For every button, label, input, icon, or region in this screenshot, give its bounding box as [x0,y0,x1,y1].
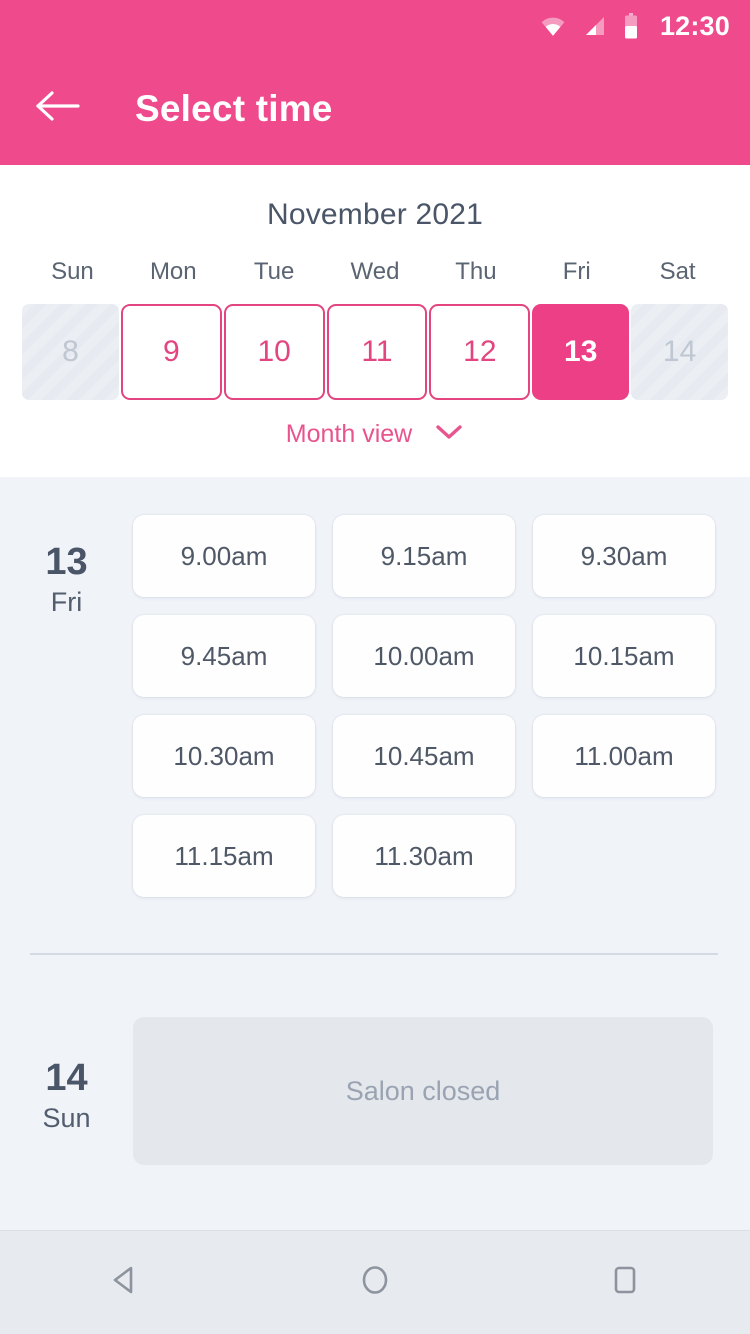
nav-back-button[interactable] [80,1243,170,1323]
back-triangle-icon [105,1260,145,1305]
time-slot[interactable]: 9.15am [333,515,515,597]
time-slot[interactable]: 9.30am [533,515,715,597]
recents-square-icon [605,1260,645,1305]
time-slot[interactable]: 9.45am [133,615,315,697]
calendar-day-9[interactable]: 9 [120,304,222,400]
time-slot[interactable]: 11.30am [333,815,515,897]
back-button[interactable] [27,79,87,139]
home-circle-icon [355,1260,395,1305]
day-group-date-13: 13 Fri [0,515,133,897]
app-bar: Select time [0,52,750,165]
time-slot[interactable]: 10.15am [533,615,715,697]
time-slot[interactable]: 11.15am [133,815,315,897]
nav-recents-button[interactable] [580,1243,670,1323]
weekday-label-sun: Sun [51,258,94,285]
time-slot[interactable]: 11.00am [533,715,715,797]
month-view-toggle[interactable]: Month view [0,420,750,449]
day-of-week: Sun [42,1102,91,1133]
back-arrow-icon [34,89,80,128]
day-group-date-14: 14 Sun [0,1017,133,1165]
calendar-panel: November 2021 Sun Mon Tue Wed Thu Fri Sa… [0,165,750,477]
weekday-label-mon: Mon [149,258,197,285]
time-slot[interactable]: 10.00am [333,615,515,697]
chevron-down-icon [434,423,464,446]
android-nav-bar [0,1230,750,1334]
schedule-list: 13 Fri 9.00am 9.15am 9.30am 9.45am 10.00… [0,477,750,1230]
calendar-day-12[interactable]: 12 [429,304,531,400]
phone-screen: 12:30 Select time November 2021 Sun Mon … [0,0,750,1334]
calendar-month-label: November 2021 [266,198,484,231]
time-slot[interactable]: 10.30am [133,715,315,797]
weekday-label-sat: Sat [659,258,696,285]
calendar-day-13[interactable]: 13 [532,304,630,400]
status-bar-time: 12:30 [659,10,730,41]
time-slot[interactable]: 9.00am [133,515,315,597]
calendar-day-11[interactable]: 11 [326,304,428,400]
day-group-14: 14 Sun Salon closed [0,955,750,1165]
calendar-day-10[interactable]: 10 [223,304,325,400]
signal-icon [583,14,607,38]
month-view-label: Month view [285,420,413,448]
calendar-day-8: 8 [22,304,119,400]
day-group-13: 13 Fri 9.00am 9.15am 9.30am 9.45am 10.00… [0,477,750,897]
weekday-label-tue: Tue [253,258,295,285]
wifi-icon [540,13,566,39]
nav-home-button[interactable] [330,1243,420,1323]
page-title: Select time [135,87,333,129]
time-slot-grid: 9.00am 9.15am 9.30am 9.45am 10.00am 10.1… [133,515,750,897]
time-slot[interactable]: 10.45am [333,715,515,797]
calendar-weekday-row: Sun Mon Tue Wed Thu Fri Sat [0,258,750,286]
weekday-label-wed: Wed [350,258,400,285]
day-of-week: Fri [50,586,83,617]
weekday-label-fri: Fri [562,258,591,285]
calendar-day-14: 14 [631,304,729,400]
weekday-label-thu: Thu [455,258,497,285]
salon-closed-card: Salon closed [133,1017,713,1165]
status-bar: 12:30 [0,0,750,52]
calendar-days-row: 8 9 10 11 12 13 14 [0,304,750,400]
battery-icon [624,13,638,39]
status-icons: 12:30 [540,11,730,42]
day-number: 13 [45,541,88,583]
day-number: 14 [45,1057,88,1099]
